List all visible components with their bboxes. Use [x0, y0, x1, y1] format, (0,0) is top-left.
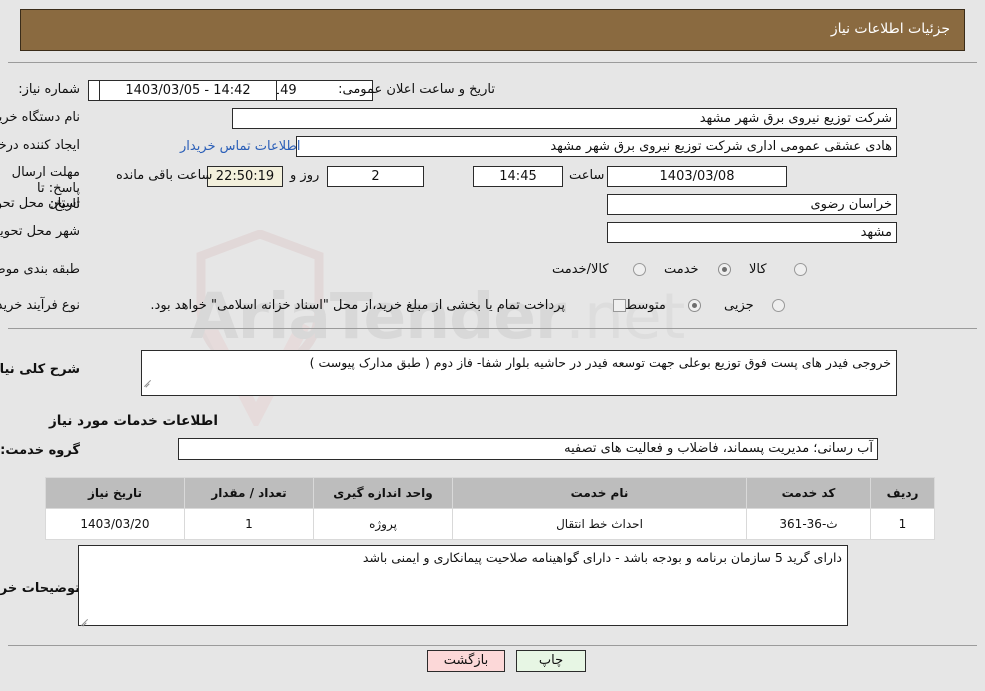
cell-radif: 1: [870, 508, 935, 540]
need-description-value[interactable]: خروجی فیدر های پست فوق توزیع بوعلی جهت ت…: [141, 350, 897, 396]
need-description-label: شرح کلی نیاز:: [0, 362, 80, 377]
service-group-value: آب رسانی؛ مدیریت پسماند، فاضلاب و فعالیت…: [178, 438, 878, 460]
buyer-notes-label: توضیحات خریدار:: [0, 581, 80, 596]
buyer-notes-resize-grip[interactable]: [80, 613, 92, 625]
buyer-notes-value[interactable]: دارای گرید 5 سازمان برنامه و بودجه باشد …: [78, 545, 848, 626]
service-group-label: گروه خدمت:: [0, 443, 80, 458]
services-table: ردیف کد خدمت نام خدمت واحد اندازه گیری ت…: [45, 477, 935, 540]
need-description-resize-grip[interactable]: [143, 374, 155, 386]
table-col-unit: واحد اندازه گیری: [313, 477, 453, 509]
table-col-radif: ردیف: [870, 477, 935, 509]
cell-code: ث-36-361: [746, 508, 871, 540]
page-header-bar: جزئیات اطلاعات نیاز: [20, 9, 965, 51]
table-col-qty: تعداد / مقدار: [184, 477, 314, 509]
bottom-divider: [8, 645, 977, 646]
need-info-panel: [8, 62, 977, 329]
page-title: جزئیات اطلاعات نیاز: [830, 21, 950, 37]
cell-qty: 1: [184, 508, 314, 540]
table-header-row: ردیف کد خدمت نام خدمت واحد اندازه گیری ت…: [45, 477, 935, 509]
cell-date: 1403/03/20: [45, 508, 185, 540]
table-col-code: کد خدمت: [746, 477, 871, 509]
table-col-name: نام خدمت: [452, 477, 747, 509]
print-button[interactable]: چاپ: [516, 650, 586, 672]
cell-unit: پروژه: [313, 508, 453, 540]
table-col-date: تاریخ نیاز: [45, 477, 185, 509]
services-section-title: اطلاعات خدمات مورد نیاز: [48, 413, 218, 429]
cell-name: احداث خط انتقال: [452, 508, 747, 540]
table-row: 1 ث-36-361 احداث خط انتقال پروژه 1 1403/…: [45, 508, 935, 540]
back-button[interactable]: بازگشت: [427, 650, 505, 672]
page-root: AriaTender.net جزئیات اطلاعات نیاز شماره…: [0, 0, 985, 691]
